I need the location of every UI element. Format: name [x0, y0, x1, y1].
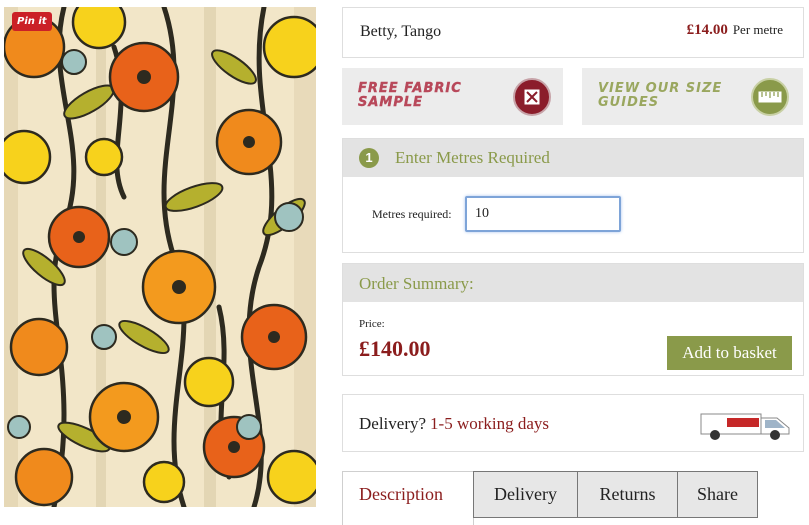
metres-label: Metres required:	[372, 207, 452, 221]
tab-description[interactable]: Description	[342, 471, 474, 525]
unit-price-value: £14.00	[686, 22, 728, 38]
metres-input[interactable]	[465, 196, 621, 232]
price-label: Price:	[359, 318, 385, 330]
fabric-pattern-image	[4, 7, 316, 507]
tab-returns[interactable]: Returns	[577, 471, 678, 518]
step-title: Enter Metres Required	[395, 148, 550, 167]
delivery-question: Delivery?	[359, 414, 427, 433]
metres-step: 1 Enter Metres Required Metres required:	[342, 138, 804, 253]
order-summary: Order Summary: Price: £140.00 Add to bas…	[342, 263, 804, 376]
tab-share[interactable]: Share	[677, 471, 758, 518]
step-number: 1	[359, 148, 379, 168]
tab-delivery[interactable]: Delivery	[473, 471, 578, 518]
size-guide-icon	[751, 78, 789, 116]
product-image: Pin it	[4, 7, 316, 507]
product-title-box: Betty, Tango £14.00 Per metre	[342, 7, 804, 58]
product-tabs: Description Delivery Returns Share	[342, 471, 804, 525]
delivery-info[interactable]: Delivery? 1-5 working days	[342, 394, 804, 452]
summary-header: Order Summary:	[343, 264, 803, 302]
product-name: Betty, Tango	[360, 23, 442, 40]
size-guides-text: View Our Size Guides	[598, 81, 723, 110]
fabric-swatch-icon	[513, 78, 551, 116]
total-price: £140.00	[359, 336, 431, 361]
delivery-text: Delivery? 1-5 working days	[359, 414, 549, 434]
size-guides-banner[interactable]: View Our Size Guides	[582, 68, 803, 125]
unit-price: £14.00 Per metre	[687, 22, 783, 39]
step-header: 1 Enter Metres Required	[343, 139, 803, 177]
delivery-van-icon	[697, 406, 793, 447]
summary-title: Order Summary:	[359, 274, 474, 293]
pin-it-button[interactable]: Pin it	[12, 12, 52, 31]
free-sample-banner[interactable]: Free Fabric Sample	[342, 68, 563, 125]
unit-price-label: Per metre	[732, 22, 783, 37]
add-to-basket-button[interactable]: Add to basket	[667, 336, 792, 370]
delivery-days: 1-5 working days	[430, 414, 550, 433]
free-sample-text: Free Fabric Sample	[358, 81, 462, 110]
